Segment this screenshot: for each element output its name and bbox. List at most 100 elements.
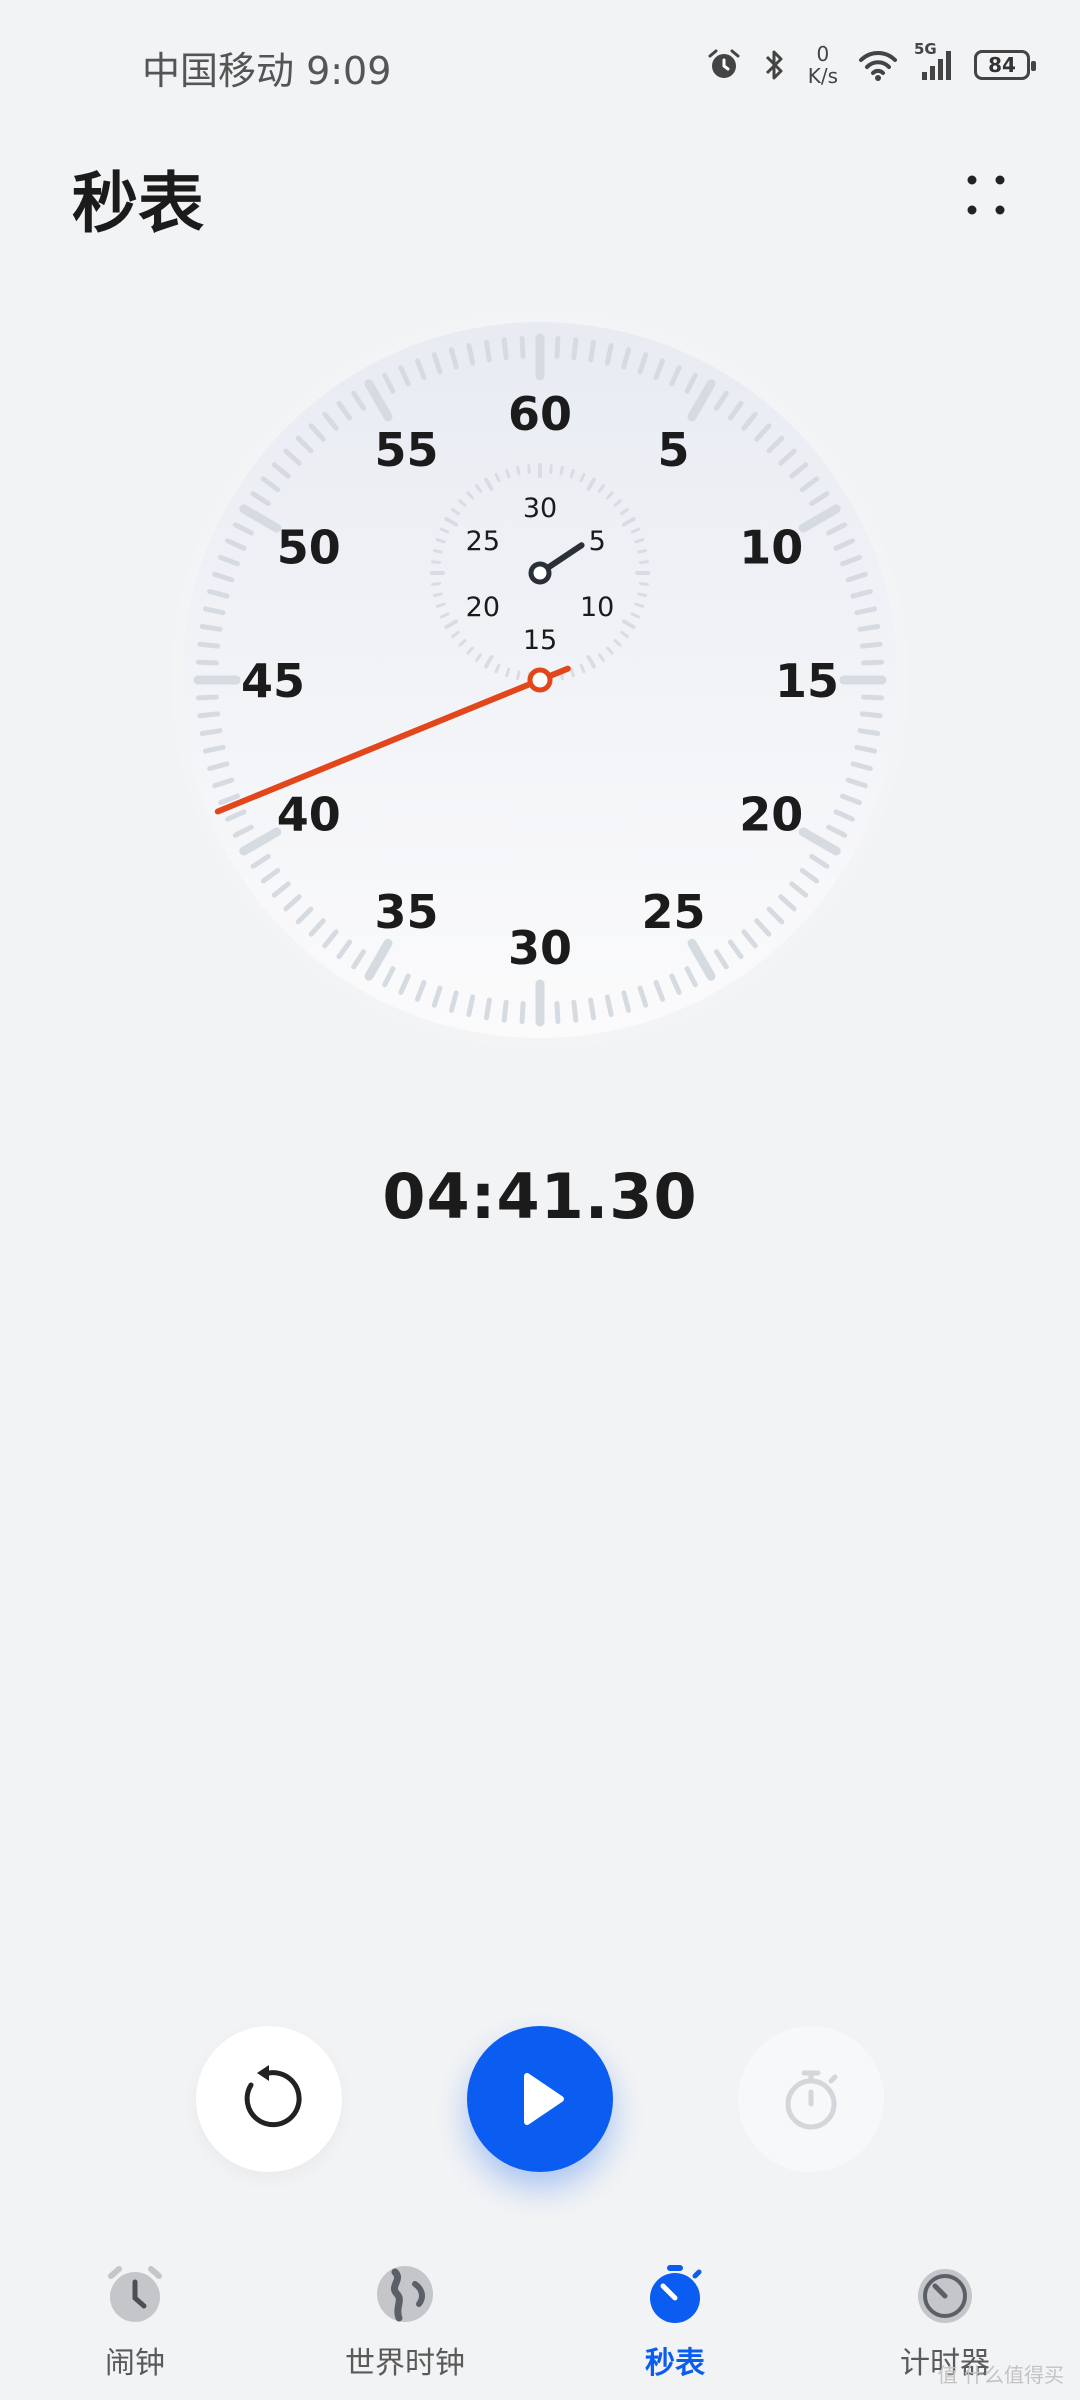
sub-tick — [432, 549, 443, 554]
sub-tick — [634, 538, 645, 544]
minor-tick — [859, 641, 883, 649]
play-icon — [524, 2073, 564, 2125]
sub-tick — [432, 592, 443, 597]
alarm-clock-icon — [108, 2266, 162, 2322]
battery-level: 84 — [988, 53, 1016, 77]
main-label: 60 — [508, 387, 572, 441]
carrier-time: 中国移动 9:09 — [142, 49, 392, 93]
nav-label-world-clock: 世界时钟 — [345, 2346, 465, 2381]
sub-tick — [638, 582, 649, 586]
main-label: 5 — [657, 423, 689, 477]
main-label: 40 — [277, 788, 341, 842]
minor-tick — [199, 728, 223, 737]
stopwatch-icon — [650, 2265, 702, 2323]
wifi-icon — [858, 48, 898, 82]
main-label: 15 — [775, 654, 839, 708]
lap-button[interactable] — [738, 2026, 884, 2172]
grid-dots-icon — [967, 175, 1005, 215]
sub-tick — [634, 602, 645, 608]
sub-tick — [516, 465, 521, 476]
net-speed-unit: K/s — [807, 64, 838, 88]
page-title: 秒表 — [72, 165, 204, 242]
sub-tick — [431, 582, 442, 586]
bottom-nav: 闹钟 世界时钟 秒表 计时器 — [0, 2240, 1080, 2400]
signal-icon: 5G — [914, 40, 954, 82]
sub-tick — [549, 464, 553, 475]
net-speed: 0 K/s — [808, 43, 838, 87]
alarm-icon — [706, 47, 742, 83]
minor-tick — [197, 711, 221, 719]
minor-tick — [195, 659, 219, 666]
minor-tick — [571, 337, 579, 361]
dial-face: 60 5 10 15 20 25 30 35 40 45 50 55 30 5 10 15 20 25 — [162, 302, 918, 1058]
more-options-button[interactable] — [950, 162, 1020, 232]
reset-button[interactable] — [196, 2026, 342, 2172]
start-button[interactable] — [467, 2026, 613, 2172]
minor-tick — [857, 728, 881, 737]
main-label: 45 — [241, 654, 305, 708]
minor-tick — [519, 1001, 526, 1025]
sub-tick — [569, 468, 575, 479]
main-label: 10 — [739, 521, 803, 575]
minor-tick — [483, 997, 492, 1021]
minor-tick — [588, 997, 597, 1021]
timer-icon — [918, 2269, 972, 2323]
sub-tick — [505, 667, 511, 678]
main-label: 50 — [277, 521, 341, 575]
nav-label-stopwatch: 秒表 — [645, 2346, 705, 2381]
network-type: 5G — [914, 40, 937, 58]
sub-label: 10 — [580, 592, 614, 623]
minor-tick — [501, 337, 509, 361]
main-label: 25 — [641, 885, 705, 939]
sub-tick — [638, 560, 649, 564]
minor-tick — [857, 623, 881, 632]
main-label: 20 — [739, 788, 803, 842]
minor-tick — [519, 335, 526, 359]
sub-tick — [435, 602, 446, 608]
sub-tick — [505, 468, 511, 479]
sub-tick — [516, 670, 521, 681]
main-label: 55 — [374, 423, 438, 477]
main-label: 35 — [374, 885, 438, 939]
sub-label: 25 — [466, 526, 500, 557]
sub-label: 20 — [466, 592, 500, 623]
minor-tick — [501, 999, 509, 1023]
minor-tick — [588, 339, 597, 363]
watermark: 值 什么值得买 — [937, 2363, 1064, 2387]
status-bar: 中国移动 9:09 0 K/s 5G 84 — [0, 0, 1080, 130]
reset-icon — [244, 2065, 302, 2128]
nav-label-alarm: 闹钟 — [105, 2346, 165, 2381]
minor-tick — [195, 694, 219, 701]
nav-alarm[interactable]: 闹钟 — [0, 2240, 270, 2400]
minor-tick — [199, 623, 223, 632]
status-icons: 0 K/s 5G 84 — [706, 40, 1036, 90]
main-label: 30 — [508, 921, 572, 975]
stopwatch-icon — [785, 2070, 838, 2130]
sub-tick — [637, 592, 648, 597]
nav-stopwatch[interactable]: 秒表 — [540, 2240, 810, 2400]
sub-label: 15 — [523, 625, 557, 656]
sub-tick — [569, 667, 575, 678]
sub-tick — [559, 465, 564, 476]
sub-tick — [431, 560, 442, 564]
sub-tick — [527, 464, 531, 475]
minor-tick — [197, 641, 221, 649]
minor-tick — [861, 694, 885, 701]
net-speed-value: 0 — [816, 42, 830, 66]
sub-tick — [637, 549, 648, 554]
battery-icon: 84 — [974, 50, 1036, 80]
minor-tick — [554, 335, 561, 359]
minor-tick — [571, 999, 579, 1023]
bluetooth-icon — [762, 47, 788, 83]
stopwatch-dial: 60 5 10 15 20 25 30 35 40 45 50 55 30 5 10 15 20 25 — [160, 300, 920, 1060]
globe-icon — [377, 2266, 433, 2322]
elapsed-time: 04:41.30 — [382, 1160, 698, 1233]
minor-tick — [861, 659, 885, 666]
sub-label: 30 — [523, 493, 557, 524]
minor-tick — [483, 339, 492, 363]
minor-tick — [554, 1001, 561, 1025]
minor-tick — [859, 711, 883, 719]
nav-world-clock[interactable]: 世界时钟 — [270, 2240, 540, 2400]
sub-tick — [435, 538, 446, 544]
sub-label: 5 — [589, 526, 606, 557]
